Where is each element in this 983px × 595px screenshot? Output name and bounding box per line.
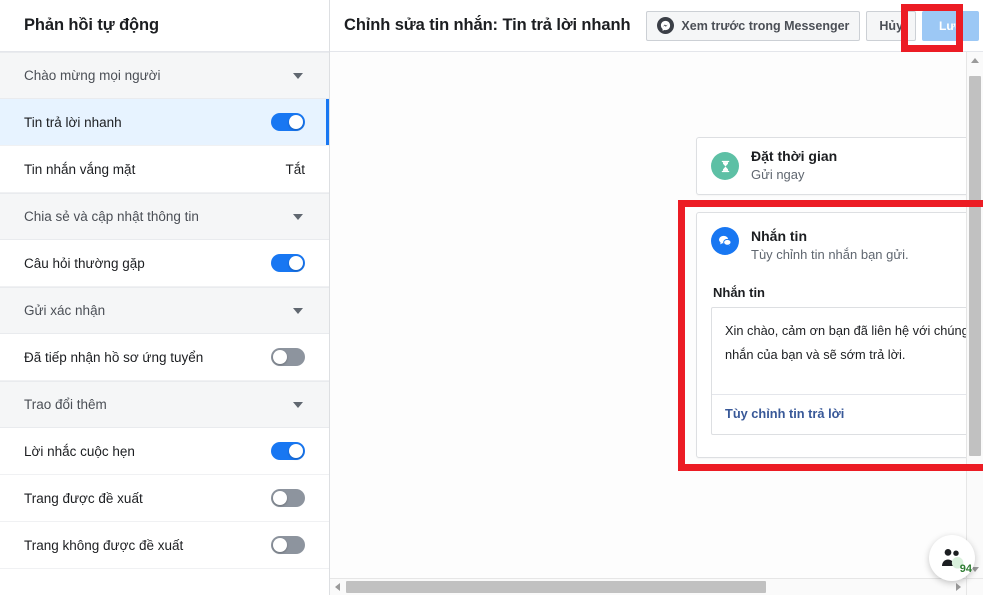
sidebar-section-more-exchange[interactable]: Trao đổi thêm: [0, 381, 329, 428]
schedule-card-subtitle: Gửi ngay: [751, 167, 805, 183]
toggle-knob: [273, 538, 287, 552]
sidebar-item-label: Câu hỏi thường gặp: [24, 255, 145, 271]
toggle-knob: [289, 115, 303, 129]
schedule-card[interactable]: Đặt thời gian Gửi ngay: [696, 137, 983, 195]
sidebar-item-label: Tin trả lời nhanh: [24, 114, 122, 130]
message-card-title: Nhắn tin: [751, 228, 807, 244]
message-card-text: Nhắn tin Tùy chỉnh tin nhắn bạn gửi.: [751, 227, 909, 264]
clock-icon: [711, 152, 739, 180]
sidebar-item-away-message[interactable]: Tin nhắn vắng mặt Tắt: [0, 146, 329, 193]
scrollbar-corner: [966, 578, 983, 595]
main-panel: Chỉnh sửa tin nhắn: Tin trả lời nhanh Xe…: [330, 0, 983, 595]
sidebar-section-send-confirmation[interactable]: Gửi xác nhận: [0, 287, 329, 334]
sidebar-item-label: Trang không được đề xuất: [24, 537, 184, 553]
message-text-value: Xin chào, cảm ơn bạn đã liên hệ với chún…: [725, 323, 983, 362]
save-button[interactable]: Lưu: [922, 10, 980, 41]
schedule-card-title: Đặt thời gian: [751, 148, 838, 165]
message-field-row: Nhắn tin 395: [711, 285, 983, 300]
sidebar-item-not-recommended-page[interactable]: Trang không được đề xuất: [0, 522, 329, 569]
sidebar-section-label: Trao đổi thêm: [24, 397, 107, 412]
toggle-appointment-reminder[interactable]: [271, 442, 305, 460]
vertical-scrollbar-thumb[interactable]: [969, 76, 981, 456]
sidebar-item-label: Trang được đề xuất: [24, 490, 143, 506]
sidebar-item-label: Tin nhắn vắng mặt: [24, 161, 136, 177]
toggle-instant-reply[interactable]: [271, 113, 305, 131]
scroll-up-arrow-icon[interactable]: [971, 58, 979, 63]
message-textbox[interactable]: Xin chào, cảm ơn bạn đã liên hệ với chún…: [711, 307, 983, 436]
sidebar-section-label: Gửi xác nhận: [24, 303, 106, 318]
sidebar-item-appointment-reminder[interactable]: Lời nhắc cuộc hẹn: [0, 428, 329, 475]
chevron-down-icon: [293, 213, 303, 220]
preview-in-messenger-button[interactable]: Xem trước trong Messenger: [646, 10, 861, 41]
toggle-faq[interactable]: [271, 254, 305, 272]
vertical-scrollbar[interactable]: [966, 52, 983, 578]
sidebar-section-welcome[interactable]: Chào mừng mọi người: [0, 52, 329, 99]
auto-response-editor-window: Phản hồi tự động Chào mừng mọi người Tin…: [0, 0, 983, 595]
sidebar-list: Chào mừng mọi người Tin trả lời nhanh Ti…: [0, 52, 329, 595]
sidebar-section-share-update[interactable]: Chia sẻ và cập nhật thông tin: [0, 193, 329, 240]
customize-reply-bar: Tùy chỉnh tin trả lời: [712, 394, 983, 434]
content-area: Đặt thời gian Gửi ngay Nhắn tin Tùy chỉn…: [330, 52, 983, 595]
message-field-label: Nhắn tin: [713, 285, 765, 301]
cancel-button[interactable]: Hủy: [866, 10, 917, 41]
message-bubble-icon: [711, 227, 739, 255]
scroll-right-arrow-icon[interactable]: [956, 583, 961, 591]
sidebar-section-label: Chào mừng mọi người: [24, 68, 161, 83]
messenger-icon: [657, 17, 675, 34]
toggle-not-recommended-page[interactable]: [271, 536, 305, 554]
message-card-subtitle: Tùy chỉnh tin nhắn bạn gửi.: [751, 246, 909, 262]
message-textarea[interactable]: Xin chào, cảm ơn bạn đã liên hệ với chún…: [712, 308, 983, 394]
message-card[interactable]: Nhắn tin Tùy chỉnh tin nhắn bạn gửi. Nhắ…: [696, 212, 983, 458]
sidebar-item-faq[interactable]: Câu hỏi thường gặp: [0, 240, 329, 287]
sidebar-item-label: Đã tiếp nhận hồ sơ ứng tuyển: [24, 349, 204, 365]
customize-reply-link[interactable]: Tùy chỉnh tin trả lời: [725, 406, 844, 421]
chat-widget-badge: 94: [959, 563, 972, 575]
sidebar-item-instant-reply[interactable]: Tin trả lời nhanh: [0, 99, 329, 146]
sidebar-item-label: Lời nhắc cuộc hẹn: [24, 443, 135, 459]
toggle-knob: [289, 256, 303, 270]
preview-in-messenger-label: Xem trước trong Messenger: [681, 18, 850, 33]
toggle-knob: [273, 350, 287, 364]
horizontal-scrollbar-thumb[interactable]: [346, 581, 766, 593]
horizontal-scrollbar[interactable]: [330, 578, 966, 595]
toggle-knob: [273, 491, 287, 505]
chevron-down-icon: [293, 307, 303, 314]
chat-widget-button[interactable]: 94: [929, 535, 975, 581]
sidebar: Phản hồi tự động Chào mừng mọi người Tin…: [0, 0, 330, 595]
chevron-down-icon: [293, 72, 303, 79]
page-title: Chỉnh sửa tin nhắn: Tin trả lời nhanh: [344, 16, 631, 34]
toolbar: Chỉnh sửa tin nhắn: Tin trả lời nhanh Xe…: [330, 0, 983, 52]
chevron-down-icon: [293, 401, 303, 408]
sidebar-title: Phản hồi tự động: [24, 16, 159, 34]
scroll-left-arrow-icon[interactable]: [335, 583, 340, 591]
message-card-header: Nhắn tin Tùy chỉnh tin nhắn bạn gửi.: [711, 227, 983, 264]
toggle-recommended-page[interactable]: [271, 489, 305, 507]
sidebar-header: Phản hồi tự động: [0, 0, 329, 52]
sidebar-item-recommended-page[interactable]: Trang được đề xuất: [0, 475, 329, 522]
toggle-knob: [289, 444, 303, 458]
sidebar-section-label: Chia sẻ và cập nhật thông tin: [24, 209, 199, 224]
toggle-application-received[interactable]: [271, 348, 305, 366]
schedule-card-text: Đặt thời gian Gửi ngay: [751, 147, 837, 184]
sidebar-item-application-received[interactable]: Đã tiếp nhận hồ sơ ứng tuyển: [0, 334, 329, 381]
sidebar-item-value: Tắt: [285, 161, 305, 177]
